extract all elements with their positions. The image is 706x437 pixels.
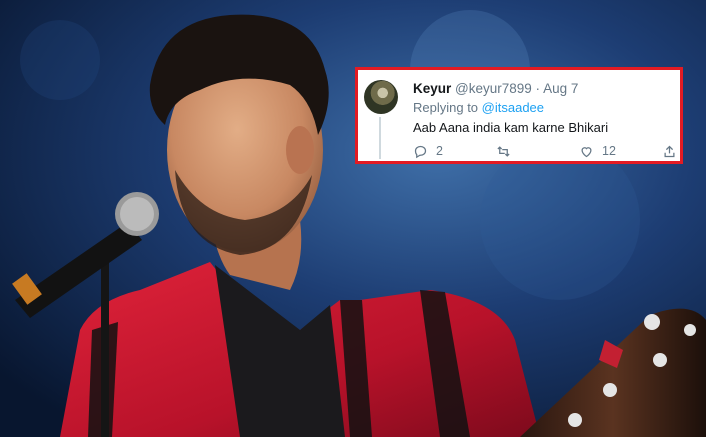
tweet-author-handle[interactable]: @keyur7899 [455, 81, 532, 96]
avatar [364, 80, 398, 114]
tweet-actions: 2 12 [413, 141, 681, 161]
share-button[interactable] [662, 141, 677, 161]
tweet-author-name[interactable]: Keyur [413, 81, 451, 96]
retweet-icon [497, 145, 510, 157]
like-button[interactable]: 12 [579, 141, 616, 161]
reply-button[interactable]: 2 [413, 141, 443, 161]
ear [286, 126, 314, 174]
reply-count: 2 [436, 144, 443, 158]
tweet-text: Aab Aana india kam karne Bhikari [413, 120, 609, 135]
like-count: 12 [602, 144, 616, 158]
thread-line [379, 117, 381, 159]
share-icon [664, 145, 675, 157]
concert-photo [0, 0, 706, 437]
heart-icon [581, 146, 592, 157]
tweet-header: Keyur @keyur7899 · Aug 7 [413, 81, 578, 96]
replying-to-handle[interactable]: @itsaadee [482, 100, 544, 115]
tweet-date[interactable]: Aug 7 [543, 81, 578, 96]
replying-to-label: Replying to [413, 100, 479, 115]
separator-dot: · [535, 81, 541, 96]
tweet-card: Keyur @keyur7899 · Aug 7 Replying to @it… [355, 67, 683, 164]
reply-icon [414, 145, 427, 158]
retweet-button[interactable] [496, 141, 519, 161]
replying-to: Replying to @itsaadee [413, 100, 544, 115]
